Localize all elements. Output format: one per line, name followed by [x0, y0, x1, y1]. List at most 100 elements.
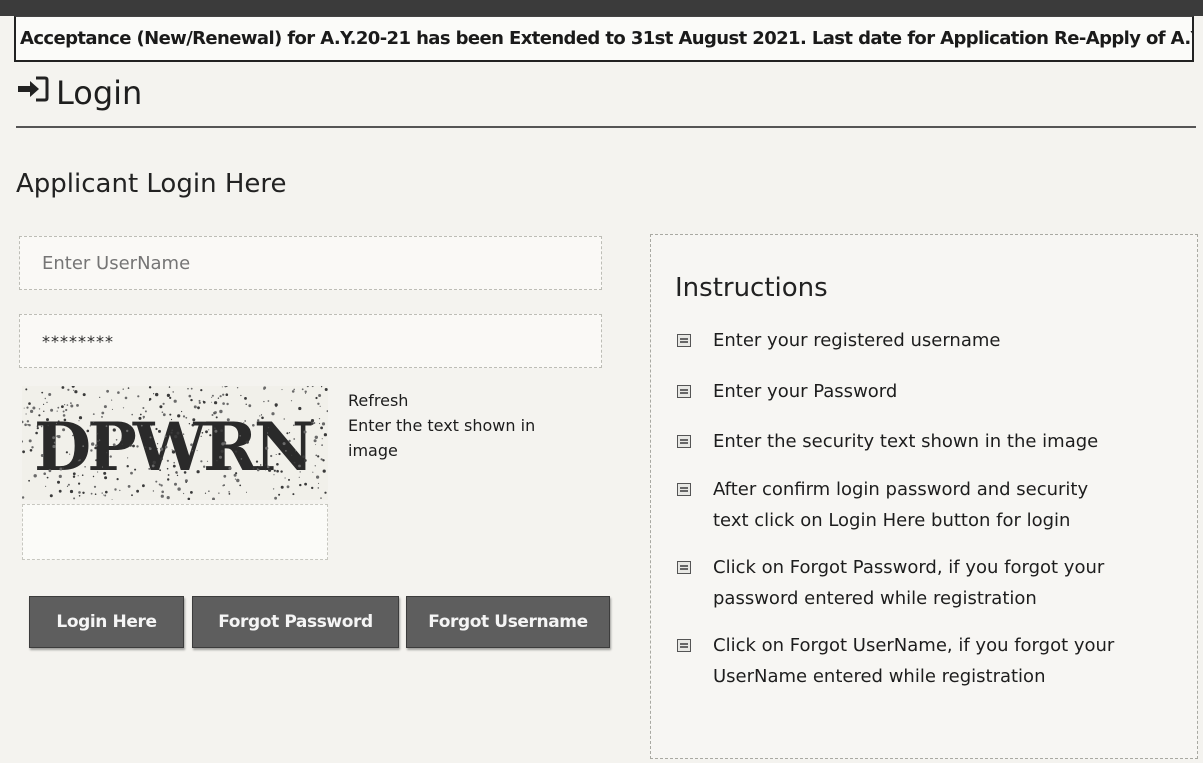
captcha-noise	[111, 399, 113, 401]
captcha-noise	[177, 414, 181, 418]
captcha-noise	[122, 388, 124, 390]
captcha-noise	[257, 419, 260, 422]
captcha-noise	[185, 481, 187, 483]
captcha-noise	[131, 413, 133, 416]
captcha-noise	[177, 487, 181, 491]
captcha-noise	[151, 464, 155, 468]
captcha-refresh-link[interactable]: Refresh	[348, 388, 568, 413]
captcha-noise	[25, 413, 27, 415]
captcha-noise	[64, 404, 66, 406]
captcha-noise	[132, 444, 135, 448]
captcha-noise	[214, 411, 217, 414]
captcha-noise	[134, 468, 137, 471]
captcha-noise	[46, 401, 48, 404]
captcha-noise	[50, 408, 54, 412]
list-icon	[677, 639, 691, 652]
captcha-noise	[81, 474, 84, 476]
captcha-noise	[298, 476, 300, 478]
captcha-noise	[127, 387, 130, 389]
captcha-noise	[211, 396, 213, 398]
captcha-noise	[61, 386, 65, 389]
captcha-noise	[52, 436, 55, 440]
captcha-noise	[223, 474, 227, 478]
captcha-noise	[282, 442, 286, 446]
captcha-noise	[220, 449, 224, 453]
captcha-noise	[224, 386, 227, 388]
captcha-noise	[225, 393, 229, 396]
captcha-noise	[236, 478, 240, 483]
captcha-noise	[310, 422, 314, 425]
page-title: Login	[56, 74, 143, 112]
captcha-noise	[46, 418, 49, 422]
captcha-noise	[317, 455, 320, 458]
captcha-noise	[246, 491, 247, 493]
captcha-noise	[67, 483, 70, 486]
list-icon	[677, 561, 691, 574]
captcha-noise	[191, 450, 193, 452]
captcha-noise	[76, 404, 79, 407]
captcha-noise	[155, 392, 159, 397]
captcha-noise	[41, 391, 44, 394]
captcha-noise	[321, 438, 323, 440]
captcha-noise	[173, 399, 177, 403]
username-input[interactable]	[19, 236, 602, 290]
captcha-noise	[95, 459, 98, 462]
captcha-noise	[261, 416, 264, 420]
captcha-noise	[320, 497, 322, 499]
password-input[interactable]	[19, 314, 602, 368]
captcha-noise	[233, 473, 237, 477]
captcha-noise	[196, 450, 198, 452]
instruction-text: Enter your Password	[713, 381, 898, 402]
captcha-noise	[105, 425, 108, 428]
captcha-noise	[166, 459, 169, 462]
captcha-noise	[275, 454, 277, 455]
captcha-noise	[182, 415, 186, 418]
captcha-noise	[95, 444, 98, 447]
captcha-noise	[63, 418, 67, 422]
instructions-panel: Instructions Enter your registered usern…	[650, 234, 1198, 759]
captcha-noise	[314, 465, 316, 467]
captcha-noise	[271, 412, 275, 416]
captcha-noise	[192, 418, 196, 422]
captcha-noise	[40, 454, 44, 457]
forgot-username-button[interactable]: Forgot Username	[406, 596, 610, 648]
forgot-password-button[interactable]: Forgot Password	[192, 596, 399, 648]
captcha-noise	[270, 454, 273, 458]
captcha-noise	[293, 388, 296, 391]
instruction-item: After confirm login password and securit…	[677, 474, 1117, 536]
captcha-noise	[219, 395, 222, 398]
sign-in-icon	[16, 74, 56, 112]
captcha-noise	[159, 469, 162, 472]
captcha-noise	[27, 424, 29, 426]
captcha-noise	[70, 402, 72, 404]
captcha-noise	[47, 424, 49, 427]
captcha-noise	[72, 472, 76, 476]
captcha-noise	[240, 458, 243, 460]
captcha-noise	[203, 465, 206, 468]
captcha-noise	[58, 489, 62, 493]
login-button[interactable]: Login Here	[29, 596, 184, 648]
captcha-noise	[29, 449, 33, 452]
captcha-noise	[28, 424, 31, 427]
captcha-noise	[73, 389, 75, 391]
captcha-noise	[302, 455, 305, 458]
captcha-noise	[57, 406, 60, 409]
captcha-noise	[26, 420, 30, 423]
captcha-noise	[155, 480, 158, 483]
captcha-input[interactable]	[22, 504, 328, 560]
captcha-noise	[138, 416, 142, 420]
captcha-noise	[40, 425, 43, 428]
captcha-noise	[119, 489, 121, 492]
captcha-noise	[46, 476, 49, 479]
captcha-noise	[248, 404, 252, 408]
captcha-noise	[315, 396, 318, 400]
captcha-noise	[324, 388, 328, 391]
captcha-noise	[313, 422, 316, 424]
captcha-noise	[142, 407, 145, 409]
list-icon	[677, 385, 691, 398]
captcha-noise	[157, 443, 159, 445]
captcha-noise	[58, 474, 62, 478]
captcha-noise	[299, 471, 301, 473]
captcha-noise	[126, 465, 129, 468]
captcha-noise	[267, 432, 269, 434]
